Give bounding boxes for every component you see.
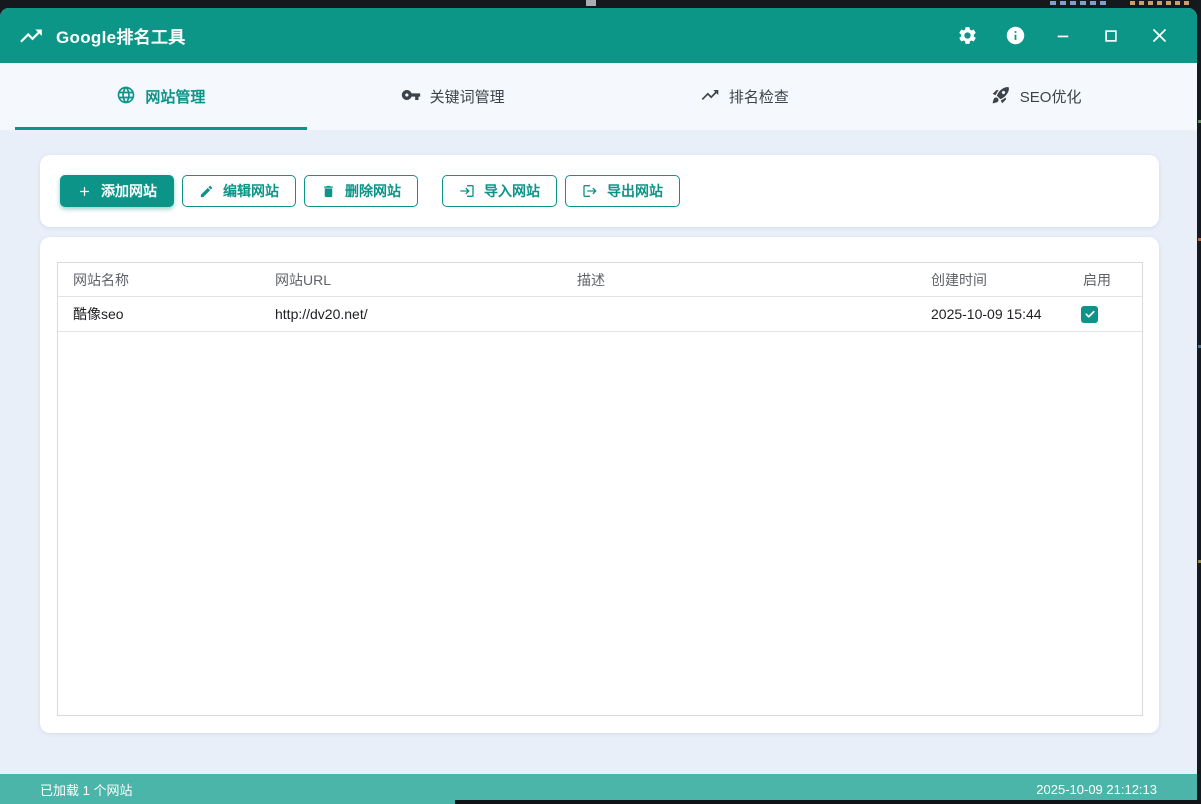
app-title: Google排名工具 [56, 23, 186, 48]
desktop-background-fragment [1050, 1, 1110, 5]
enabled-checkbox[interactable] [1081, 306, 1098, 323]
column-header-created[interactable]: 创建时间 [916, 270, 1068, 290]
table-header-row: 网站名称 网站URL 描述 创建时间 启用 [58, 263, 1142, 297]
import-website-button[interactable]: 导入网站 [442, 175, 557, 207]
maximize-button[interactable] [1091, 16, 1131, 56]
cell-created: 2025-10-09 15:44 [916, 306, 1068, 322]
table-empty-area [58, 332, 1142, 715]
desktop-background-fragment [1130, 1, 1190, 5]
cell-site-name: 酷像seo [58, 304, 260, 324]
edit-website-button[interactable]: 编辑网站 [182, 175, 296, 207]
trash-icon [321, 184, 336, 199]
globe-icon [116, 85, 136, 109]
import-icon [459, 183, 475, 199]
trending-up-icon [700, 85, 720, 109]
button-label: 编辑网站 [223, 181, 279, 201]
close-button[interactable] [1139, 16, 1179, 56]
info-button[interactable] [995, 16, 1035, 56]
add-website-button[interactable]: 添加网站 [60, 175, 174, 207]
settings-button[interactable] [947, 16, 987, 56]
tab-label: SEO优化 [1020, 86, 1082, 107]
status-timestamp: 2025-10-09 21:12:13 [1036, 782, 1157, 797]
website-table: 网站名称 网站URL 描述 创建时间 启用 酷像seo http://dv20.… [57, 262, 1143, 716]
titlebar: Google排名工具 [0, 8, 1197, 63]
minimize-button[interactable] [1043, 16, 1083, 56]
website-table-card: 网站名称 网站URL 描述 创建时间 启用 酷像seo http://dv20.… [40, 237, 1159, 733]
export-website-button[interactable]: 导出网站 [565, 175, 680, 207]
tab-website-management[interactable]: 网站管理 [15, 63, 307, 130]
column-header-description[interactable]: 描述 [562, 270, 916, 290]
delete-website-button[interactable]: 删除网站 [304, 175, 418, 207]
app-window: Google排名工具 网站管理 关键词管理 [0, 8, 1197, 804]
cell-site-url: http://dv20.net/ [260, 306, 562, 322]
button-label: 导出网站 [607, 181, 663, 201]
button-label: 导入网站 [484, 181, 540, 201]
cell-enabled [1068, 306, 1142, 323]
rocket-icon [991, 85, 1011, 109]
column-header-enabled[interactable]: 启用 [1068, 270, 1142, 290]
main-content: 添加网站 编辑网站 删除网站 导入网站 [0, 131, 1197, 774]
tab-label: 关键词管理 [430, 86, 505, 107]
key-icon [401, 85, 421, 109]
trending-up-icon [18, 23, 44, 49]
pencil-icon [199, 184, 214, 199]
plus-icon [77, 184, 92, 199]
desktop-background-bottom-strip [455, 800, 1201, 804]
button-label: 添加网站 [101, 181, 157, 201]
tab-label: 网站管理 [145, 86, 205, 107]
table-row[interactable]: 酷像seo http://dv20.net/ 2025-10-09 15:44 [58, 297, 1142, 332]
toolbar: 添加网站 编辑网站 删除网站 导入网站 [40, 155, 1159, 227]
column-header-url[interactable]: 网站URL [260, 270, 562, 290]
column-header-name[interactable]: 网站名称 [58, 270, 260, 290]
desktop-background-top-strip [0, 0, 1201, 8]
export-icon [582, 183, 598, 199]
tabbar: 网站管理 关键词管理 排名检查 SEO优化 [0, 63, 1197, 131]
tab-label: 排名检查 [729, 86, 789, 107]
tab-rank-check[interactable]: 排名检查 [599, 63, 891, 130]
status-loaded-text: 已加载 1 个网站 [40, 780, 132, 799]
tab-keyword-management[interactable]: 关键词管理 [307, 63, 599, 130]
tab-seo-optimization[interactable]: SEO优化 [890, 63, 1182, 130]
desktop-background-fragment [586, 0, 596, 6]
button-label: 删除网站 [345, 181, 401, 201]
